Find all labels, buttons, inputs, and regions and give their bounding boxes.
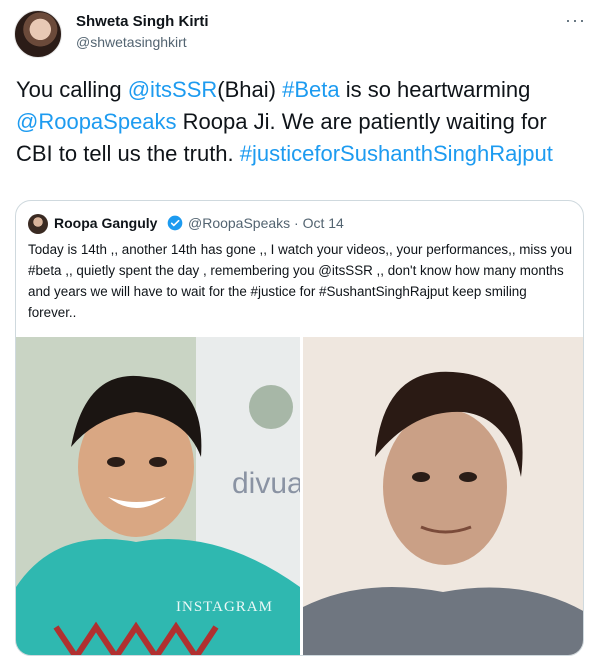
author-name[interactable]: Shweta Singh Kirti (76, 13, 209, 30)
hashtag-beta-link[interactable]: #Beta (282, 77, 340, 102)
instagram-watermark: INSTAGRAM (176, 599, 273, 615)
tweet-text-segment: You calling (16, 77, 128, 102)
verified-badge-icon (167, 215, 183, 231)
photo-left[interactable]: divua INSTAGRAM (16, 337, 300, 655)
quoted-author-avatar (28, 214, 48, 234)
tweet-text: You calling @itsSSR(Bhai) #Beta is so he… (16, 74, 588, 170)
photo-right-illustration (303, 337, 583, 655)
quoted-tweet[interactable]: Roopa Ganguly @RoopaSpeaks · Oct 14 Toda… (15, 200, 584, 656)
quoted-author-handle: @RoopaSpeaks · Oct 14 (188, 215, 344, 231)
tweet-text-segment: (Bhai) (217, 77, 283, 102)
mention-itsssr-link[interactable]: @itsSSR (128, 77, 218, 102)
more-icon[interactable]: ··· (565, 10, 586, 31)
photo-right[interactable] (303, 337, 583, 655)
photo-watermark-text: divua (232, 467, 300, 500)
author-avatar[interactable] (14, 10, 62, 58)
quoted-photos: divua INSTAGRAM (16, 337, 583, 655)
hashtag-justice-link[interactable]: #justiceforSushanthSinghRajput (240, 141, 553, 166)
author-handle[interactable]: @shwetasinghkirt (76, 34, 187, 50)
quoted-tweet-text: Today is 14th ,, another 14th has gone ,… (28, 242, 573, 320)
tweet-text-segment: is so heartwarming (339, 77, 531, 102)
mention-roopaspeaks-link[interactable]: @RoopaSpeaks (16, 109, 177, 134)
quoted-author-name: Roopa Ganguly (54, 215, 158, 231)
tweet-card: Shweta Singh Kirti @shwetasinghkirt ··· … (0, 0, 600, 666)
